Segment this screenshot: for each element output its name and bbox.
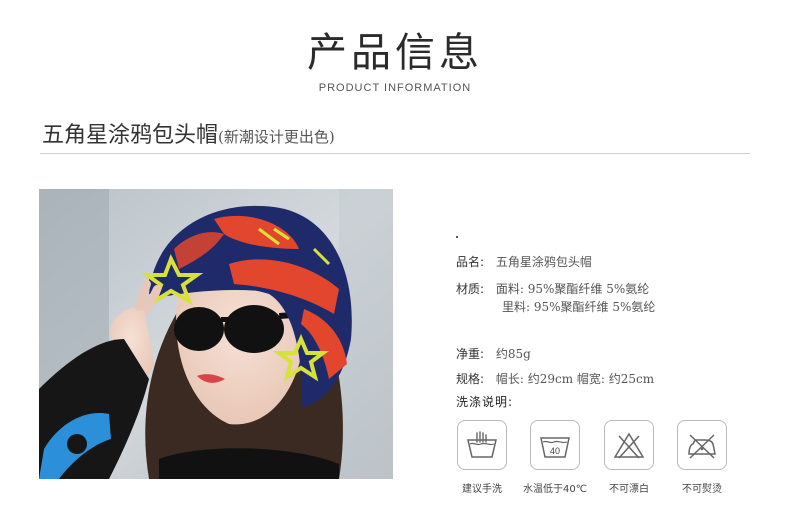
- wash-title: 洗涤说明:: [456, 395, 514, 409]
- spec-name-value: 五角星涂鸦包头帽: [495, 255, 592, 269]
- wash-label-hand-wash: 建议手洗: [462, 484, 502, 495]
- product-name-heading: 五角星涂鸦包头帽: [42, 123, 219, 148]
- product-photo: [39, 189, 393, 479]
- product-title-note: (新潮设计更出色): [218, 128, 335, 146]
- wash-item-no-iron: 不可熨烫: [667, 420, 737, 495]
- wash-item-hand-wash: 建议手洗: [447, 420, 517, 495]
- product-title: 五角星涂鸦包头帽(新潮设计更出色): [42, 117, 335, 149]
- spec-face-value: 面料: 95%聚酯纤维 5%氨纶: [495, 282, 650, 296]
- spec-size-row: 规格: 帽长: 约29cm 帽宽: 约25cm: [456, 370, 654, 387]
- spec-material-row: 材质: 面料: 95%聚酯纤维 5%氨纶: [456, 280, 649, 297]
- spec-size-key: 规格:: [456, 372, 485, 386]
- hand-wash-icon: [457, 420, 507, 470]
- spec-weight-row: 净重: 约85g: [456, 345, 531, 362]
- wash-40-icon: 40: [530, 420, 580, 470]
- wash-label-temp: 水温低于40℃: [523, 484, 587, 495]
- wash-label-no-iron: 不可熨烫: [682, 484, 722, 495]
- spec-size-value: 帽长: 约29cm 帽宽: 约25cm: [495, 372, 655, 386]
- spec-weight-key: 净重:: [456, 347, 485, 361]
- header-title: 产品信息: [307, 30, 483, 76]
- divider: [40, 153, 750, 154]
- spec-lining-row: 里料: 95%聚酯纤维 5%氨纶: [502, 298, 655, 315]
- spec-weight-value: 约85g: [495, 347, 531, 361]
- wash-item-no-bleach: 不可漂白: [594, 420, 664, 495]
- spec-name-row: 品名: 五角星涂鸦包头帽: [456, 253, 592, 270]
- bullet-dot: [456, 236, 458, 238]
- spec-material-key: 材质:: [456, 282, 485, 296]
- wash-item-40: 40 水温低于40℃: [520, 420, 590, 495]
- no-bleach-icon: [604, 420, 654, 470]
- spec-name-key: 品名:: [456, 255, 485, 269]
- no-iron-icon: [677, 420, 727, 470]
- wash-label-no-bleach: 不可漂白: [609, 484, 649, 495]
- wash-temp-text: 40: [550, 446, 560, 456]
- spec-lining-value: 里料: 95%聚酯纤维 5%氨纶: [502, 300, 656, 314]
- header-subtitle: PRODUCT INFORMATION: [318, 82, 472, 94]
